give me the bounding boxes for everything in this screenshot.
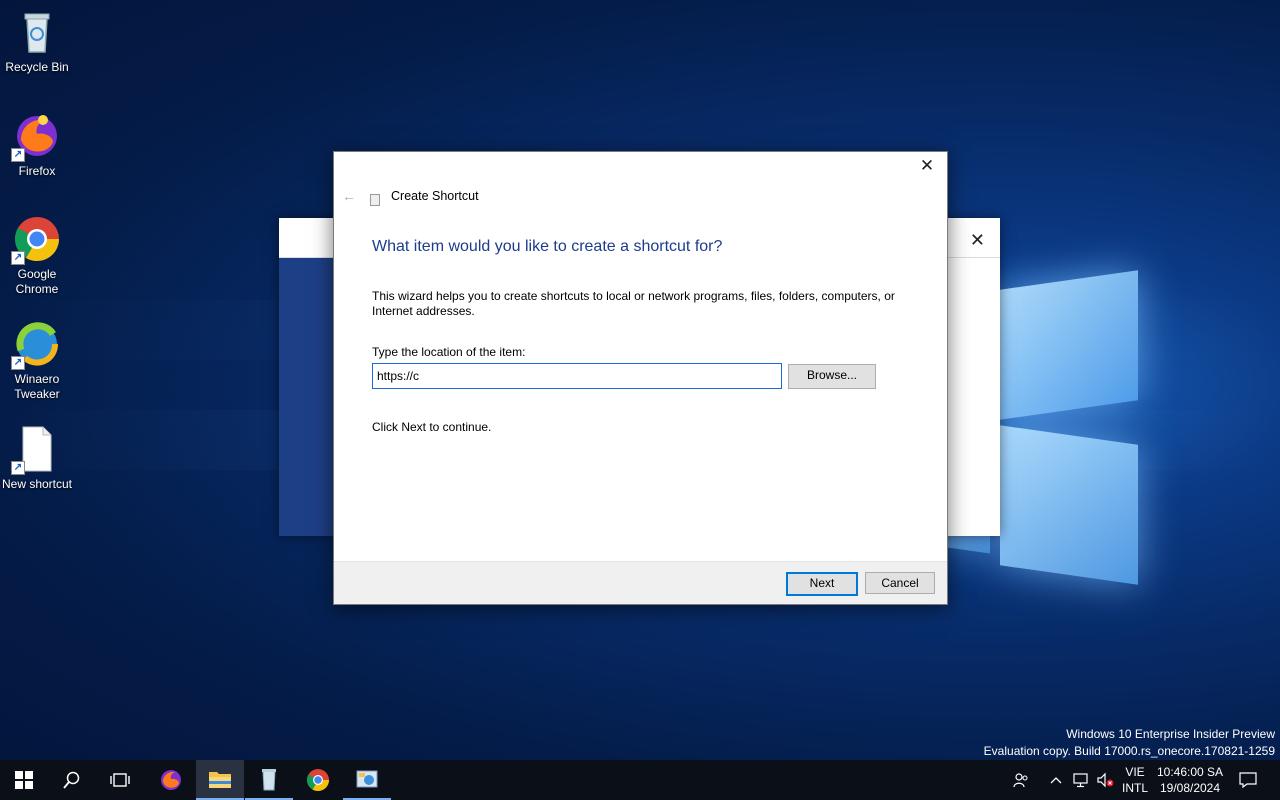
volume-muted-icon [1097,772,1114,788]
language-code: VIE [1125,765,1145,779]
location-label: Type the location of the item: [372,345,526,359]
close-icon[interactable]: ✕ [970,230,985,251]
desktop-icon-firefox[interactable]: ↗ Firefox [0,112,74,179]
recycle-bin-icon [262,769,276,791]
desktop-icon-winaero-tweaker[interactable]: ↗ Winaero Tweaker [0,320,74,402]
desktop-icon-label: Google Chrome [15,267,59,296]
back-arrow-icon[interactable]: ← [342,188,356,204]
firefox-icon [161,770,181,790]
chrome-icon [307,769,329,791]
location-input[interactable] [372,363,782,389]
watermark-line-2: Evaluation copy. Build 17000.rs_onecore.… [983,744,1275,758]
dialog-title: Create Shortcut [391,189,479,203]
clock-time: 10:46:00 SA [1156,765,1224,779]
close-icon[interactable]: ✕ [915,156,939,176]
taskbar-recycle-bin[interactable] [245,760,293,800]
taskbar-chrome[interactable] [294,760,342,800]
task-view-button[interactable] [96,760,144,800]
taskbar-firefox[interactable] [147,760,195,800]
folder-icon [209,772,231,788]
evaluation-watermark: Windows 10 Enterprise Insider Preview Ev… [984,726,1275,760]
chrome-icon: ↗ [11,215,61,265]
desktop-icon-recycle-bin[interactable]: Recycle Bin [0,8,74,75]
create-shortcut-dialog: ✕ ← Create Shortcut What item would you … [333,151,948,605]
people-button[interactable] [1008,760,1034,800]
winaero-tweaker-icon: ↗ [11,320,61,370]
dialog-footer: Next Cancel [334,561,947,604]
chevron-up-icon [1050,777,1062,784]
volume-button[interactable] [1094,760,1116,800]
notification-icon [1239,772,1257,788]
watermark-line-1: Windows 10 Enterprise Insider Preview [1066,727,1275,741]
network-button[interactable] [1070,760,1092,800]
start-button[interactable] [0,760,48,800]
taskbar-control-panel[interactable] [343,760,391,800]
shortcut-arrow-icon: ↗ [11,148,25,162]
input-language-indicator[interactable]: VIE INTL [1120,764,1150,796]
firefox-icon: ↗ [11,112,61,162]
dialog-description: This wizard helps you to create shortcut… [372,289,895,318]
people-icon [1013,773,1028,788]
taskbar: VIE INTL 10:46:00 SA 19/08/2024 [0,760,1280,800]
desktop-icon-label: Firefox [18,164,56,178]
desktop-icon-label: Winaero Tweaker [14,372,60,401]
cancel-button[interactable]: Cancel [865,572,935,594]
recycle-bin-icon [13,8,61,56]
continue-hint: Click Next to continue. [372,420,492,434]
shortcut-arrow-icon: ↗ [11,461,25,475]
windows-icon [15,771,33,789]
search-icon [63,771,80,789]
blank-file-icon: ↗ [11,425,61,475]
desktop-icon-new-shortcut[interactable]: ↗ New shortcut [0,425,74,492]
shortcut-arrow-icon: ↗ [11,356,25,370]
show-hidden-icons-button[interactable] [1046,760,1066,800]
desktop-icon-label: New shortcut [1,477,73,491]
desktop-icon-label: Recycle Bin [5,60,69,74]
taskbar-file-explorer[interactable] [196,760,244,800]
clock[interactable]: 10:46:00 SA 19/08/2024 [1152,764,1228,796]
network-icon [1073,773,1088,788]
dialog-heading: What item would you like to create a sho… [372,238,723,255]
keyboard-layout: INTL [1121,781,1148,795]
control-panel-icon [356,770,378,788]
desktop-icon-google-chrome[interactable]: ↗ Google Chrome [0,215,74,297]
search-button[interactable] [48,760,96,800]
next-button[interactable]: Next [786,572,858,596]
shortcut-wizard-icon [370,194,380,206]
background-window-sidebar [279,258,333,536]
browse-button[interactable]: Browse... [788,364,876,389]
clock-date: 19/08/2024 [1159,781,1221,795]
shortcut-arrow-icon: ↗ [11,251,25,265]
task-view-icon [110,773,130,787]
action-center-button[interactable] [1232,760,1264,800]
